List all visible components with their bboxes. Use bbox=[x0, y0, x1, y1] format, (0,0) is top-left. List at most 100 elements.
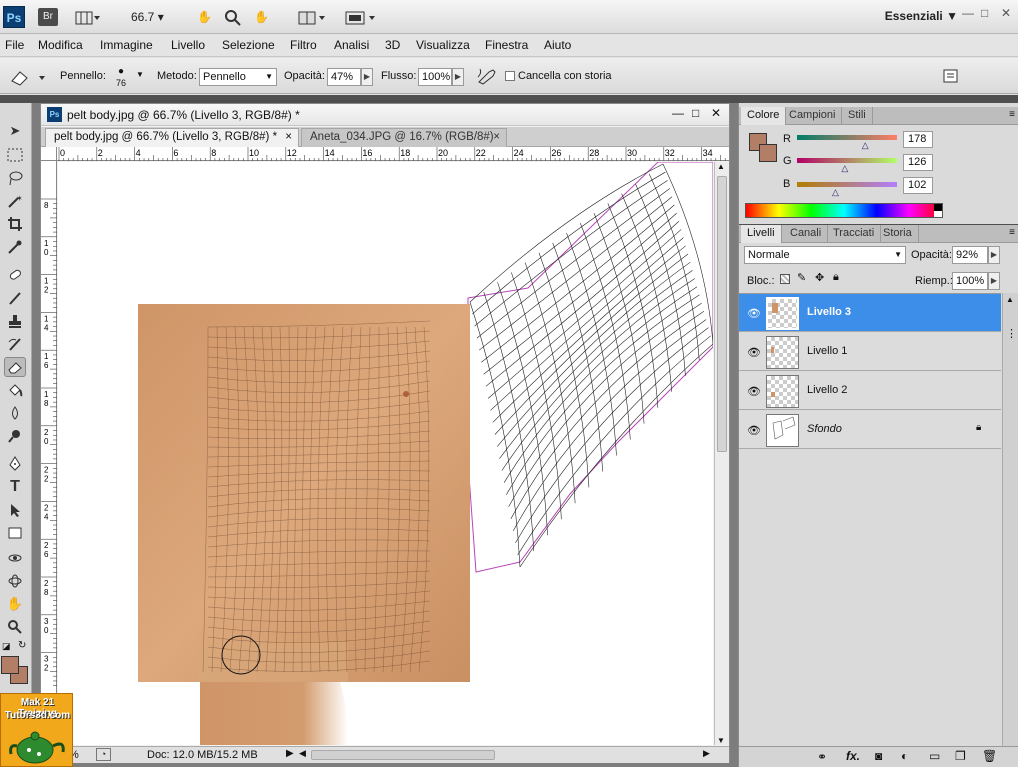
lock-pixels-icon[interactable]: ✎ bbox=[797, 271, 806, 284]
doc-close-button[interactable]: ✕ bbox=[711, 106, 721, 120]
visibility-eye-icon[interactable]: 👁︎ bbox=[747, 307, 761, 320]
airbrush-button[interactable] bbox=[476, 67, 498, 85]
menu-finestra[interactable]: Finestra bbox=[485, 38, 528, 52]
shape-tool[interactable] bbox=[4, 523, 26, 543]
blur-tool[interactable] bbox=[4, 403, 26, 423]
marquee-tool[interactable] bbox=[4, 145, 26, 165]
blue-slider[interactable] bbox=[797, 182, 897, 187]
view-extras-button[interactable] bbox=[75, 7, 101, 27]
foreground-color-swatch[interactable] bbox=[1, 656, 19, 674]
adjustment-layer-icon[interactable]: ◐ bbox=[901, 749, 908, 763]
magic-wand-tool[interactable]: ✶ bbox=[4, 191, 26, 211]
color-panel-bg-swatch[interactable] bbox=[759, 144, 777, 162]
scroll-up-icon[interactable]: ▲ bbox=[1006, 295, 1014, 304]
new-layer-icon[interactable]: ❐ bbox=[955, 749, 966, 763]
3d-orbit-tool[interactable] bbox=[4, 571, 26, 591]
brush-tool[interactable] bbox=[4, 288, 26, 308]
vertical-scroll-thumb[interactable] bbox=[717, 176, 727, 452]
zoom-tool[interactable] bbox=[4, 617, 26, 637]
crop-tool[interactable] bbox=[4, 214, 26, 234]
opacity-slider-button[interactable]: ▶ bbox=[361, 68, 373, 86]
arrange-documents-button[interactable] bbox=[298, 7, 326, 27]
panel-menu-icon[interactable]: ≡ bbox=[1009, 227, 1015, 238]
lock-transparency-icon[interactable] bbox=[780, 274, 790, 284]
minimize-button[interactable]: — bbox=[962, 6, 974, 20]
menu-filtro[interactable]: Filtro bbox=[290, 38, 317, 52]
tab-pelt-body[interactable]: pelt body.jpg @ 66.7% (Livello 3, RGB/8#… bbox=[45, 128, 299, 147]
menu-aiuto[interactable]: Aiuto bbox=[544, 38, 571, 52]
horizontal-ruler[interactable]: 0 2 4 6 8 10 12 14 16 18 20 22 24 26 28 30 32 34 bbox=[57, 147, 735, 161]
erase-history-checkbox[interactable] bbox=[505, 71, 515, 81]
green-value[interactable]: 126 bbox=[903, 154, 933, 171]
layer-name[interactable]: Livello 3 bbox=[807, 306, 851, 318]
vertical-ruler[interactable]: 8101214161820222426283032 bbox=[41, 161, 57, 746]
blue-slider-knob[interactable]: △ bbox=[832, 187, 839, 198]
blue-value[interactable]: 102 bbox=[903, 177, 933, 194]
zoom-tool-button[interactable] bbox=[225, 7, 241, 27]
menu-immagine[interactable]: Immagine bbox=[100, 38, 153, 52]
visibility-eye-icon[interactable]: 👁︎ bbox=[747, 424, 761, 437]
layer-opacity-slider-button[interactable]: ▶ bbox=[988, 246, 1000, 264]
new-group-icon[interactable]: ▭ bbox=[929, 749, 940, 763]
layer-opacity-input[interactable]: 92% bbox=[952, 246, 988, 264]
color-spectrum-bar[interactable] bbox=[745, 203, 943, 218]
doc-maximize-button[interactable]: □ bbox=[692, 106, 699, 120]
move-tool[interactable]: ➤ bbox=[4, 121, 26, 141]
tab-aneta[interactable]: Aneta_034.JPG @ 16.7% (RGB/8#) × bbox=[301, 128, 507, 147]
scroll-grip-icon[interactable]: ⋮ bbox=[1006, 327, 1017, 340]
flow-slider-button[interactable]: ▶ bbox=[452, 68, 464, 86]
scroll-up-icon[interactable]: ▲ bbox=[717, 162, 725, 171]
brush-picker[interactable]: ● 76 ▼ bbox=[108, 66, 148, 90]
fill-slider-button[interactable]: ▶ bbox=[988, 272, 1000, 290]
3d-rotate-tool[interactable] bbox=[4, 548, 26, 568]
photoshop-logo[interactable]: Ps bbox=[3, 6, 25, 28]
healing-brush-tool[interactable] bbox=[4, 265, 26, 285]
menu-analisi[interactable]: Analisi bbox=[334, 38, 369, 52]
red-slider-knob[interactable]: △ bbox=[862, 140, 869, 151]
paint-bucket-tool[interactable] bbox=[4, 380, 26, 400]
maximize-button[interactable]: □ bbox=[981, 6, 988, 20]
doc-minimize-button[interactable]: — bbox=[672, 106, 684, 120]
tab-colore[interactable]: Colore bbox=[741, 107, 787, 125]
status-menu-icon[interactable]: ▶ bbox=[286, 748, 294, 759]
vertical-scrollbar[interactable]: ▲ ▼ bbox=[714, 162, 729, 745]
menu-3d[interactable]: 3D bbox=[385, 38, 400, 52]
layer-row-livello-3[interactable]: 👁︎ Livello 3 bbox=[739, 294, 1001, 332]
hand-tool-button[interactable]: ✋ bbox=[197, 7, 212, 27]
visibility-eye-icon[interactable]: 👁︎ bbox=[747, 385, 761, 398]
scroll-down-icon[interactable]: ▼ bbox=[717, 736, 725, 745]
fx-icon[interactable]: fx. bbox=[846, 749, 860, 763]
delete-layer-icon[interactable]: 🗑︎ bbox=[982, 749, 997, 763]
method-select[interactable]: Pennello ▼ bbox=[199, 68, 277, 86]
menu-visualizza[interactable]: Visualizza bbox=[416, 38, 470, 52]
red-slider[interactable] bbox=[797, 135, 897, 140]
lock-position-icon[interactable]: ✥ bbox=[815, 271, 824, 284]
history-brush-tool[interactable] bbox=[4, 334, 26, 354]
tab-storia[interactable]: Storia bbox=[877, 225, 919, 243]
type-tool[interactable]: T bbox=[4, 477, 26, 497]
eyedropper-tool[interactable] bbox=[4, 237, 26, 257]
tool-preset-picker[interactable] bbox=[8, 67, 48, 87]
layer-name[interactable]: Livello 1 bbox=[807, 345, 847, 357]
layer-row-livello-2[interactable]: 👁︎ Livello 2 bbox=[739, 372, 1001, 410]
spectrum-white-swatch[interactable] bbox=[934, 211, 942, 217]
scroll-right-icon[interactable]: ▶ bbox=[703, 748, 710, 759]
tab-stili[interactable]: Stili bbox=[842, 107, 873, 125]
path-selection-tool[interactable] bbox=[4, 500, 26, 520]
flow-input[interactable]: 100% bbox=[418, 68, 452, 86]
screen-mode-button[interactable] bbox=[345, 7, 377, 27]
menu-modifica[interactable]: Modifica bbox=[38, 38, 83, 52]
blend-mode-select[interactable]: Normale ▼ bbox=[744, 246, 906, 264]
horizontal-scroll-thumb[interactable] bbox=[311, 750, 495, 760]
image-canvas[interactable] bbox=[58, 162, 713, 745]
link-layers-icon[interactable]: ⚭ bbox=[817, 750, 827, 764]
rotate-view-button[interactable]: ✋ bbox=[254, 7, 269, 27]
close-button[interactable]: ✕ bbox=[1001, 6, 1011, 20]
menu-selezione[interactable]: Selezione bbox=[222, 38, 275, 52]
default-colors-icon[interactable]: ◪ bbox=[2, 641, 11, 652]
tab-campioni[interactable]: Campioni bbox=[783, 107, 843, 125]
scroll-left-icon[interactable]: ◀ bbox=[299, 748, 306, 759]
clone-stamp-tool[interactable] bbox=[4, 311, 26, 331]
menu-livello[interactable]: Livello bbox=[171, 38, 205, 52]
status-info-icon[interactable]: ◔ bbox=[96, 748, 111, 761]
